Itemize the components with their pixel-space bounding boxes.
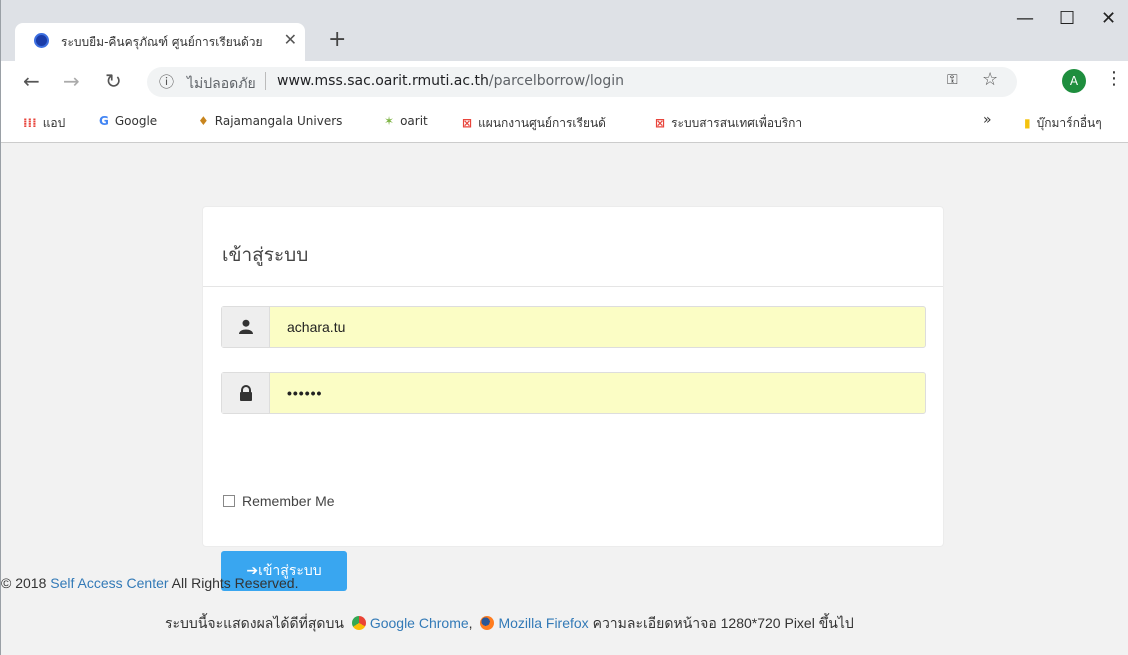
security-label: ไม่ปลอดภัย (187, 76, 256, 92)
firefox-logo-icon (480, 616, 495, 630)
copyright-suffix: All Rights Reserved. (168, 575, 299, 591)
remember-me[interactable]: Remember Me (223, 493, 335, 509)
window-close-icon[interactable]: ✕ (1101, 8, 1116, 29)
info-icon[interactable]: ⓘ (159, 71, 174, 92)
bookmark-other-label: บุ๊กมาร์กอื่นๆ (1036, 116, 1102, 130)
mozilla-firefox-link[interactable]: Mozilla Firefox (498, 615, 588, 631)
bookmark-apps-label: แอป (42, 116, 66, 130)
bookmark-oarit[interactable]: ✶ oarit (384, 114, 428, 128)
bookmark-other[interactable]: ▮ บุ๊กมาร์กอื่นๆ (1024, 114, 1102, 133)
username-group (221, 306, 926, 348)
google-chrome-link[interactable]: Google Chrome (370, 615, 469, 631)
browser-recommendation: ระบบนี้จะแสดงผลได้ดีที่สุดบน Google Chro… (165, 615, 854, 631)
url-path: /parcelborrow/login (488, 73, 624, 89)
remember-me-checkbox[interactable] (223, 495, 235, 507)
url-text[interactable]: www.mss.sac.oarit.rmuti.ac.th/parcelborr… (277, 73, 624, 89)
browser-note-suffix: ความละเอียดหน้าจอ 1280*720 Pixel ขึ้นไป (592, 615, 854, 631)
browser-toolbar: ← → ↻ ⓘ ไม่ปลอดภัย www.mss.sac.oarit.rmu… (1, 61, 1128, 101)
reload-icon[interactable]: ↻ (105, 69, 122, 93)
browser-window: ระบบยืม-คืนครุภัณฑ์ ศูนย์การเรียนด้วย ✕ … (0, 0, 1128, 655)
browser-note-prefix: ระบบนี้จะแสดงผลได้ดีที่สุดบน (165, 615, 344, 631)
tab-title: ระบบยืม-คืนครุภัณฑ์ ศูนย์การเรียนด้วย (61, 35, 263, 49)
site-favicon-icon (34, 33, 49, 48)
site-x-icon: ⊠ (655, 116, 666, 130)
remember-me-label: Remember Me (242, 493, 335, 509)
login-panel: เข้าสู่ระบบ Remember Me ➔เข้าสู่ระบบ (202, 206, 944, 591)
bookmark-apps[interactable]: ⁞⁞⁞ แอป (23, 114, 65, 133)
bookmark-system-label: ระบบสารสนเทศเพื่อบริกา (671, 116, 803, 130)
minimize-icon[interactable]: — (1016, 8, 1034, 29)
rmuti-logo-icon: ♦ (198, 114, 209, 128)
apps-grid-icon: ⁞⁞⁞ (23, 116, 37, 130)
tab-bar: ระบบยืม-คืนครุภัณฑ์ ศูนย์การเรียนด้วย ✕ … (1, 0, 1128, 61)
login-panel-header: เข้าสู่ระบบ (203, 207, 943, 287)
user-icon (239, 319, 253, 334)
browser-menu-icon[interactable]: ⋮ (1105, 68, 1123, 89)
bookmark-oarit-label: oarit (400, 114, 428, 128)
user-icon-addon (222, 307, 270, 347)
lock-icon-addon (222, 373, 270, 413)
forward-icon[interactable]: → (63, 69, 80, 93)
tab-close-icon[interactable]: ✕ (284, 32, 297, 48)
lock-icon (240, 385, 252, 401)
page-content: เข้าสู่ระบบ Remember Me ➔เข้าสู่ระบบ (1, 143, 1128, 655)
bookmark-rajamangala[interactable]: ♦ Rajamangala Univers (198, 114, 342, 128)
url-host: www.mss.sac.oarit.rmuti.ac.th (277, 73, 489, 89)
bookmark-plan[interactable]: ⊠ แผนกงานศูนย์การเรียนด้ (462, 114, 606, 133)
folder-icon: ▮ (1024, 116, 1031, 130)
back-icon[interactable]: ← (23, 69, 40, 93)
self-access-center-link[interactable]: Self Access Center (50, 575, 168, 591)
bookmark-google[interactable]: G Google (99, 114, 157, 128)
site-x-icon: ⊠ (462, 116, 473, 130)
bookmark-system[interactable]: ⊠ ระบบสารสนเทศเพื่อบริกา (655, 114, 802, 133)
password-key-icon[interactable]: ⚿ (947, 72, 958, 88)
profile-avatar[interactable]: A (1062, 69, 1086, 93)
oarit-logo-icon: ✶ (384, 114, 395, 128)
address-separator (265, 72, 266, 90)
password-input[interactable] (271, 373, 925, 413)
google-icon: G (99, 114, 109, 128)
bookmark-plan-label: แผนกงานศูนย์การเรียนด้ (478, 116, 606, 130)
copyright-prefix: © 2018 (1, 575, 51, 591)
login-heading: เข้าสู่ระบบ (222, 244, 309, 266)
maximize-icon[interactable]: ☐ (1059, 8, 1075, 29)
browser-tab[interactable]: ระบบยืม-คืนครุภัณฑ์ ศูนย์การเรียนด้วย ✕ (15, 23, 305, 61)
bookmark-google-label: Google (114, 114, 158, 128)
chrome-logo-icon (351, 616, 366, 630)
bookmark-rajamangala-label: Rajamangala Univers (214, 114, 343, 128)
password-group (221, 372, 926, 414)
username-input[interactable] (271, 307, 925, 347)
copyright-footer: © 2018 Self Access Center All Rights Res… (1, 575, 298, 591)
bookmark-star-icon[interactable]: ☆ (982, 69, 998, 90)
bookmarks-more-button[interactable]: » (983, 112, 992, 128)
address-bar[interactable]: ⓘ ไม่ปลอดภัย www.mss.sac.oarit.rmuti.ac.… (147, 67, 1017, 97)
new-tab-button[interactable]: + (328, 27, 346, 52)
bookmarks-bar: ⁞⁞⁞ แอป G Google ♦ Rajamangala Univers ✶ oar… (1, 101, 1128, 143)
